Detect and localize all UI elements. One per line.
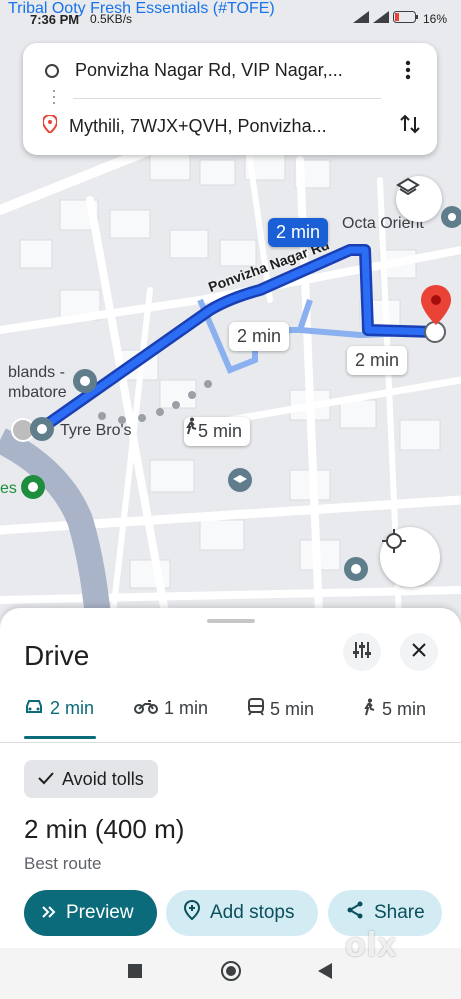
motorcycle-icon (134, 698, 158, 719)
mode-label: 5 min (270, 699, 315, 719)
eta-time: 2 min (24, 814, 88, 844)
mode-tab-walk[interactable]: 5 min (362, 698, 426, 721)
double-chevron-icon (42, 902, 56, 924)
mode-tab-drive[interactable]: 2 min (24, 698, 94, 719)
signal-icon (372, 11, 389, 26)
home-button[interactable] (218, 960, 244, 986)
add-stops-label: Add stops (210, 902, 295, 923)
chip-label: 2 min (355, 350, 400, 370)
place-label-tyre[interactable]: Tyre Bro's (60, 422, 132, 440)
signal-icon (352, 11, 369, 26)
active-mode-indicator (24, 736, 96, 739)
status-network-speed: 0.5KB/s (90, 12, 133, 26)
place-label-blands[interactable]: blands - (8, 364, 65, 382)
close-icon (412, 642, 426, 662)
route-time-chip-alt[interactable]: 2 min (229, 322, 290, 351)
close-button[interactable] (400, 633, 438, 671)
origin-text: Ponvizha Nagar Rd, VIP Nagar,... (75, 60, 343, 80)
destination-pin-small-icon (41, 113, 59, 138)
place-label-es[interactable]: es (0, 480, 17, 498)
preview-button[interactable]: Preview (24, 890, 157, 936)
avoid-tolls-chip[interactable]: Avoid tolls (24, 760, 158, 798)
avoid-tolls-label: Avoid tolls (62, 768, 144, 789)
mode-label: 5 min (382, 699, 427, 719)
route-options-button[interactable] (343, 633, 381, 671)
origin-dot-icon (45, 63, 59, 78)
back-triangle-icon (318, 962, 332, 984)
directions-card: Ponvizha Nagar Rd, VIP Nagar,... Mythili… (23, 43, 437, 155)
chip-label: 5 min (198, 421, 243, 441)
home-circle-icon (220, 960, 242, 987)
watermark: olx (345, 926, 398, 964)
mode-tab-motorcycle[interactable]: 1 min (134, 698, 208, 719)
destination-text: Mythili, 7WJX+QVH, Ponvizha... (69, 116, 327, 136)
my-location-button[interactable] (380, 527, 440, 587)
eta-summary: 2 min (400 m) (24, 814, 184, 845)
chip-label: 2 min (237, 326, 282, 346)
route-dots-connector (53, 90, 55, 108)
sheet-drag-handle[interactable] (207, 619, 255, 623)
battery-icon (392, 11, 419, 26)
battery-percent: 16% (422, 11, 447, 26)
add-stops-button[interactable]: Add stops (166, 890, 318, 936)
eta-distance: (400 m) (94, 814, 185, 844)
status-bar: 7:36 PM 0.5KB/s 16% (0, 8, 461, 32)
more-options-button[interactable] (393, 57, 423, 87)
layers-button[interactable] (396, 176, 442, 222)
origin-row[interactable]: Ponvizha Nagar Rd, VIP Nagar,... (45, 60, 343, 81)
sheet-title: Drive (24, 640, 90, 671)
card-divider (73, 98, 381, 99)
square-icon (128, 963, 142, 983)
status-right: 16% (352, 11, 447, 26)
share-label: Share (374, 902, 425, 923)
route-time-chip-selected[interactable]: 2 min (268, 218, 329, 247)
route-note: Best route (24, 854, 102, 873)
add-location-icon (183, 899, 201, 926)
check-icon (38, 769, 54, 790)
route-time-chip-alt[interactable]: 2 min (347, 346, 408, 375)
recents-button[interactable] (122, 960, 148, 986)
mode-tab-transit[interactable]: 5 min (248, 698, 314, 721)
car-icon (24, 698, 44, 719)
destination-row[interactable]: Mythili, 7WJX+QVH, Ponvizha... (41, 113, 327, 138)
directions-sheet: Drive 2 min 1 min 5 min 5 min Avoid toll… (0, 608, 461, 948)
mode-label: 2 min (50, 698, 95, 718)
tune-icon (352, 641, 372, 664)
walk-time-chip[interactable]: 5 min (184, 417, 251, 446)
swap-vert-icon (399, 113, 421, 140)
place-label-mbatore[interactable]: mbatore (8, 384, 67, 402)
preview-label: Preview (66, 902, 134, 923)
mode-label: 1 min (164, 698, 209, 718)
status-time: 7:36 PM (30, 12, 80, 27)
more-vert-icon (405, 60, 411, 85)
transit-icon (248, 698, 264, 721)
share-icon (346, 901, 364, 925)
chip-label: 2 min (276, 222, 321, 242)
swap-button[interactable] (395, 111, 425, 141)
back-button[interactable] (312, 960, 338, 986)
walk-icon (362, 698, 376, 721)
